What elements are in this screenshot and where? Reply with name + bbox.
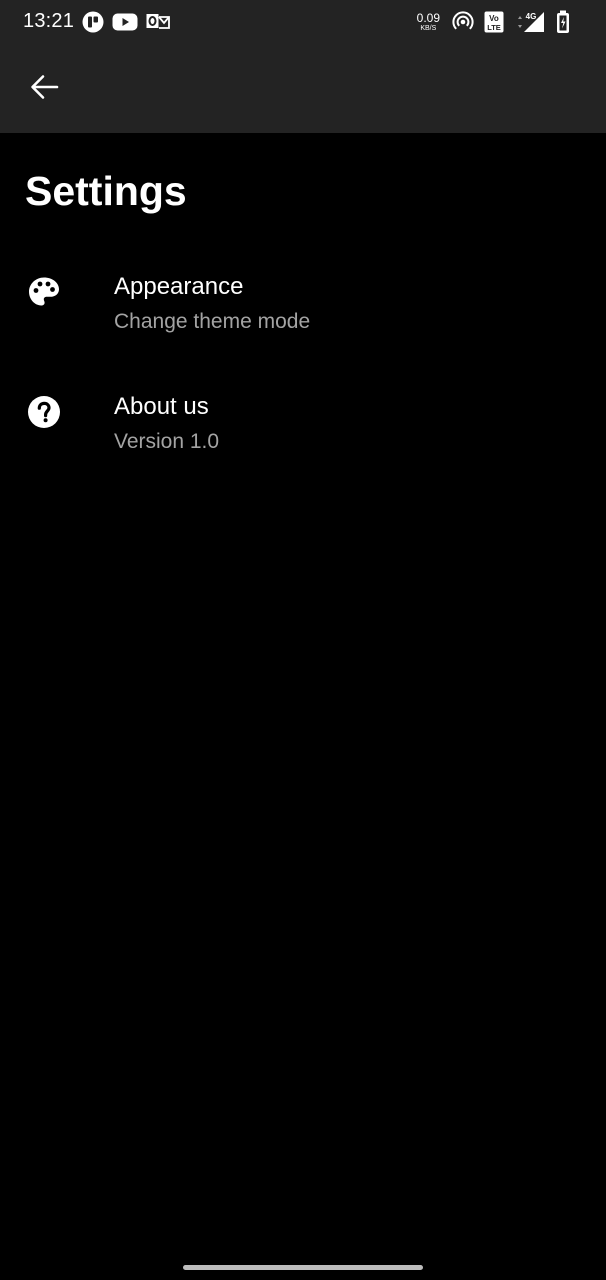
net-speed: 0.09 KB/S bbox=[417, 12, 440, 32]
status-time: 13:21 bbox=[23, 10, 75, 32]
volte-icon: Vo LTE bbox=[484, 11, 504, 33]
network-type: 4G bbox=[526, 12, 537, 21]
arrow-left-icon bbox=[29, 73, 59, 106]
hotspot-icon bbox=[452, 11, 474, 33]
net-speed-unit: KB/S bbox=[420, 25, 437, 32]
settings-item-title: Appearance bbox=[114, 273, 244, 300]
battery-icon bbox=[556, 10, 570, 34]
palette-icon bbox=[27, 275, 61, 309]
app-bar: 13:21 0.09 KB/S Vo LTE 4G bbox=[0, 0, 606, 133]
settings-item-subtitle: Version 1.0 bbox=[114, 430, 220, 453]
back-button[interactable] bbox=[22, 67, 66, 111]
settings-item-title: About us bbox=[114, 393, 209, 420]
home-indicator[interactable] bbox=[183, 1265, 423, 1270]
tasks-app-icon bbox=[82, 11, 104, 33]
outlook-icon bbox=[146, 12, 170, 32]
settings-item-appearance[interactable]: Appearance Change theme mode bbox=[0, 266, 606, 366]
status-bar: 13:21 0.09 KB/S Vo LTE 4G bbox=[0, 0, 606, 44]
volte-label-top: Vo bbox=[489, 14, 499, 23]
settings-item-about-us[interactable]: About us Version 1.0 bbox=[0, 386, 606, 486]
help-circle-icon bbox=[27, 395, 61, 429]
youtube-icon bbox=[112, 12, 138, 32]
signal-icon: 4G bbox=[514, 10, 546, 34]
notification-icons bbox=[82, 11, 170, 33]
page-title: Settings bbox=[25, 168, 187, 214]
net-speed-value: 0.09 bbox=[416, 11, 440, 25]
system-icons: 0.09 KB/S Vo LTE 4G bbox=[417, 10, 570, 34]
volte-label-bottom: LTE bbox=[487, 23, 501, 32]
settings-item-subtitle: Change theme mode bbox=[114, 310, 311, 333]
